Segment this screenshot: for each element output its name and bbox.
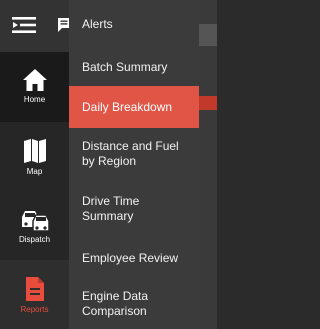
- rail-label-map: Map: [26, 167, 43, 176]
- home-icon: [22, 69, 47, 91]
- submenu-label: Drive Time Summary: [82, 194, 140, 223]
- page-content-fragment: [199, 24, 217, 46]
- dispatch-icon: [21, 211, 50, 232]
- submenu-item-distance-and-fuel-by-region[interactable]: Distance and Fuel by Region: [69, 128, 199, 180]
- submenu-label: Daily Breakdown: [82, 99, 173, 114]
- submenu-item-alerts[interactable]: Alerts: [69, 0, 199, 48]
- submenu-label: Engine Data Comparison: [82, 288, 149, 318]
- rail-item-home[interactable]: Home: [0, 52, 69, 122]
- rail-label-reports: Reports: [20, 305, 49, 314]
- submenu-item-employee-review[interactable]: Employee Review: [69, 238, 199, 278]
- rail-item-map[interactable]: Map: [0, 122, 69, 192]
- submenu-item-engine-data-comparison[interactable]: Engine Data Comparison: [69, 278, 199, 329]
- submenu-item-daily-breakdown[interactable]: Daily Breakdown: [69, 86, 199, 128]
- map-icon: [23, 139, 46, 163]
- submenu-item-drive-time-summary[interactable]: Drive Time Summary: [69, 180, 199, 238]
- rail-item-dispatch[interactable]: Dispatch: [0, 192, 69, 260]
- rail-label-home: Home: [23, 95, 46, 104]
- reports-icon: [25, 277, 44, 301]
- page-content-edge: [199, 0, 217, 329]
- nav-rail: Home Map Dispatch Reports: [0, 0, 70, 329]
- reports-submenu: Alerts Batch Summary Daily Breakdown Dis…: [69, 0, 199, 329]
- collapse-menu-icon[interactable]: [12, 16, 36, 34]
- submenu-item-batch-summary[interactable]: Batch Summary: [69, 48, 199, 86]
- rail-item-reports[interactable]: Reports: [0, 260, 69, 329]
- rail-header: [0, 0, 70, 52]
- submenu-label: Batch Summary: [82, 59, 168, 74]
- submenu-label: Employee Review: [82, 250, 179, 265]
- submenu-label: Alerts: [82, 16, 113, 31]
- rail-label-dispatch: Dispatch: [18, 235, 51, 244]
- submenu-label: Distance and Fuel by Region: [82, 139, 179, 168]
- page-content-fragment: [199, 96, 217, 110]
